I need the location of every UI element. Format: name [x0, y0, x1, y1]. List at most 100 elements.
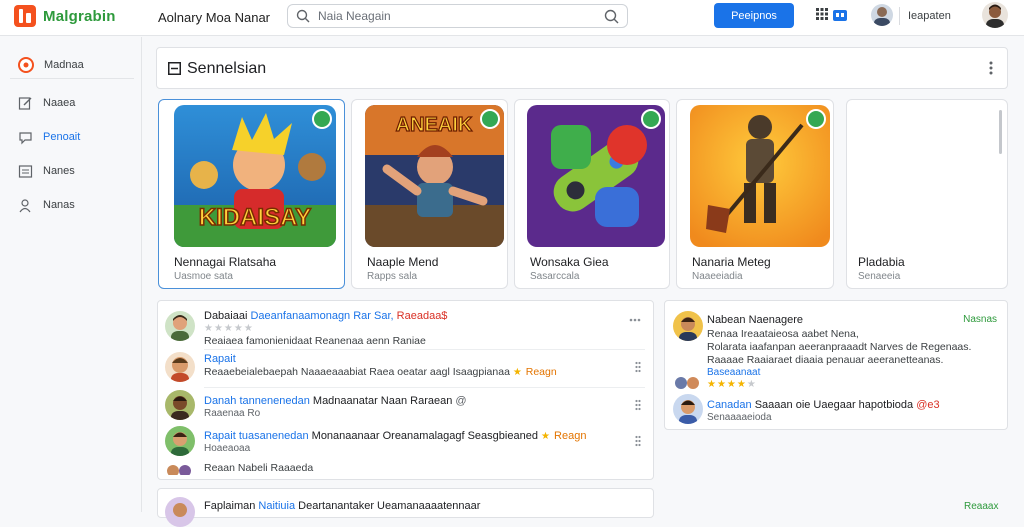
review-text: Reaaebeialebaepah Naaaeaaabiat Raea oeat… — [204, 366, 557, 378]
rating-stars: ★ — [512, 367, 523, 378]
reviewer-name: Rapait tuasanenedan Monanaanaar Oreanama… — [204, 430, 586, 442]
game-subtitle: Naaeeiadia — [692, 271, 743, 282]
review-meta: Hoaeaoaa — [204, 443, 251, 454]
more-options-icon[interactable] — [629, 318, 641, 322]
game-thumbnail: KIDAISAY — [174, 105, 336, 247]
avatar[interactable] — [165, 497, 195, 527]
review-extra: Reagn — [525, 366, 557, 378]
game-title: Nennagai Rlatsaha — [174, 255, 277, 269]
card-scrollbar[interactable] — [999, 110, 1002, 154]
chat-icon — [19, 131, 32, 144]
status-label[interactable]: Reaaax — [964, 501, 998, 512]
review-text: Madnaanatar Naan Raraean — [312, 395, 453, 407]
commenter-name[interactable]: Canadan — [707, 399, 752, 411]
drag-handle-icon[interactable] — [635, 361, 641, 373]
reviewer-name: Faplaiman Naitiuia Deartanantaker Ueaman… — [204, 500, 480, 512]
game-thumbnail — [527, 105, 665, 247]
reviewer-name: Dabaiaai Daeanfanaamonagn Rar Sar, Raead… — [204, 310, 447, 322]
reviewer-tag[interactable]: tannenenedan — [239, 395, 309, 407]
review-text: Reaiaea famonienidaat Reanenaa aenn Rani… — [204, 335, 426, 347]
search-submit-icon[interactable] — [604, 9, 619, 24]
avatar[interactable] — [165, 352, 195, 382]
verified-badge-icon — [312, 109, 332, 129]
reviewer-name-text: Dabaiaai — [204, 310, 248, 322]
game-title: Pladabia — [858, 255, 905, 269]
sidebar-item-list[interactable]: Nanes — [10, 157, 134, 185]
panel-body-line: Rolarata iaafanpan aeeranpraaadt Narves … — [707, 341, 972, 353]
section-header: Sennelsian — [156, 47, 1008, 89]
reviewer-name-text[interactable]: Danah — [204, 395, 236, 407]
sidebar-item-label: Naaea — [43, 97, 76, 109]
profile-avatar[interactable] — [982, 2, 1008, 28]
person-icon — [19, 198, 31, 212]
sidebar-item-label: Nanas — [43, 199, 75, 211]
game-subtitle: Uasmoe sata — [174, 271, 233, 282]
divider — [204, 349, 645, 350]
panel-body-line: Raaaae Raaiaraet diaaia penauar aeeranet… — [707, 354, 944, 366]
game-card[interactable]: ANEAIK Naaple Mend Rapps sala — [351, 99, 508, 289]
app-title: Aolnary Moa Nanar — [158, 10, 270, 25]
review-text: Deartanantaker Ueamanaaaatennaar — [298, 500, 481, 512]
status-label[interactable]: Nasnas — [963, 314, 997, 325]
sidebar-item-edit[interactable]: Naaea — [10, 89, 134, 117]
account-avatar[interactable] — [871, 4, 893, 26]
review-text-body: Reaaebeialebaepah Naaaeaaabiat Raea oeat… — [204, 366, 510, 378]
avatar[interactable] — [673, 311, 703, 341]
sidebar-item-label: Nanes — [43, 165, 75, 177]
drag-handle-icon[interactable] — [635, 435, 641, 447]
reviewer-tag[interactable]: Daeanfanaamonagn Rar Sar, — [250, 310, 393, 322]
avatar[interactable] — [165, 390, 195, 420]
store-icon[interactable] — [832, 7, 848, 23]
verified-badge-icon — [806, 109, 826, 129]
home-icon — [18, 56, 34, 73]
list-icon — [18, 164, 33, 178]
game-card[interactable]: Pladabia Senaeeia — [846, 99, 1008, 289]
game-card[interactable]: Nanaria Meteg Naaeeiadia — [676, 99, 834, 289]
game-thumbnail: ANEAIK — [365, 105, 504, 247]
more-options-icon[interactable] — [989, 60, 993, 76]
drag-handle-icon[interactable] — [635, 399, 641, 411]
game-card[interactable]: KIDAISAY Nennagai Rlatsaha Uasmoe sata — [158, 99, 345, 289]
verified-badge-icon — [480, 109, 500, 129]
review-extra: Reagn — [554, 430, 587, 442]
sidebar: Madnaa Naaea Penoait Nanes Nanas — [0, 37, 142, 512]
game-title: Naaple Mend — [367, 255, 439, 269]
edit-icon — [18, 96, 32, 110]
section-title: Sennelsian — [187, 60, 267, 77]
panel-meta[interactable]: Baseaanaat — [707, 367, 760, 378]
sidebar-item-person[interactable]: Nanas — [10, 191, 134, 219]
collapse-icon[interactable] — [168, 62, 181, 75]
panel-title: Nabean Naenagere — [707, 314, 804, 326]
reviewer-name-text[interactable]: Rapait — [204, 353, 236, 365]
primary-action-button[interactable]: Peeipnos — [714, 3, 794, 28]
rating-stars: ★★★★★ — [707, 379, 757, 390]
reviewer-tag[interactable]: Naitiuia — [258, 500, 295, 512]
game-subtitle: Rapps sala — [367, 271, 418, 282]
game-thumbnail — [690, 105, 830, 247]
brand-logo[interactable]: Malgrabin — [14, 5, 116, 27]
reviewer-name: Danah tannenenedan Madnaanatar Naan Rara… — [204, 395, 467, 407]
apps-grid-icon[interactable] — [815, 7, 829, 21]
brand-name: Malgrabin — [43, 7, 116, 25]
game-art-text: KIDAISAY — [199, 204, 311, 231]
comment-meta: Senaaaaeioda — [707, 412, 772, 423]
search-bar[interactable] — [287, 4, 628, 28]
sidebar-item-home[interactable]: Madnaa — [10, 51, 134, 79]
reviewer-badge: Raeadaa$ — [396, 310, 448, 322]
comment-text: Saaaan oie Uaegaar hapotbioda — [754, 399, 914, 411]
search-input[interactable] — [318, 9, 604, 23]
game-card[interactable]: Wonsaka Giea Sasarccala — [514, 99, 670, 289]
comment-badge: @e3 — [916, 399, 940, 411]
reviewer-name-text: Faplaiman — [204, 500, 256, 512]
reviewer-name: Rapait — [204, 353, 236, 365]
reviewer-tag[interactable]: tuasanenedan — [239, 430, 309, 442]
review-text: Reaan Nabeli Raaaeda — [204, 462, 314, 474]
avatar-group — [673, 375, 703, 389]
reviewer-name-text[interactable]: Rapait — [204, 430, 236, 442]
avatar[interactable] — [165, 311, 195, 341]
reviews-panel: Dabaiaai Daeanfanaamonagn Rar Sar, Raead… — [157, 300, 654, 480]
avatar[interactable] — [673, 394, 703, 424]
avatar[interactable] — [165, 426, 195, 456]
user-name[interactable]: Ieapaten — [908, 10, 951, 22]
sidebar-item-chat[interactable]: Penoait — [10, 123, 134, 151]
